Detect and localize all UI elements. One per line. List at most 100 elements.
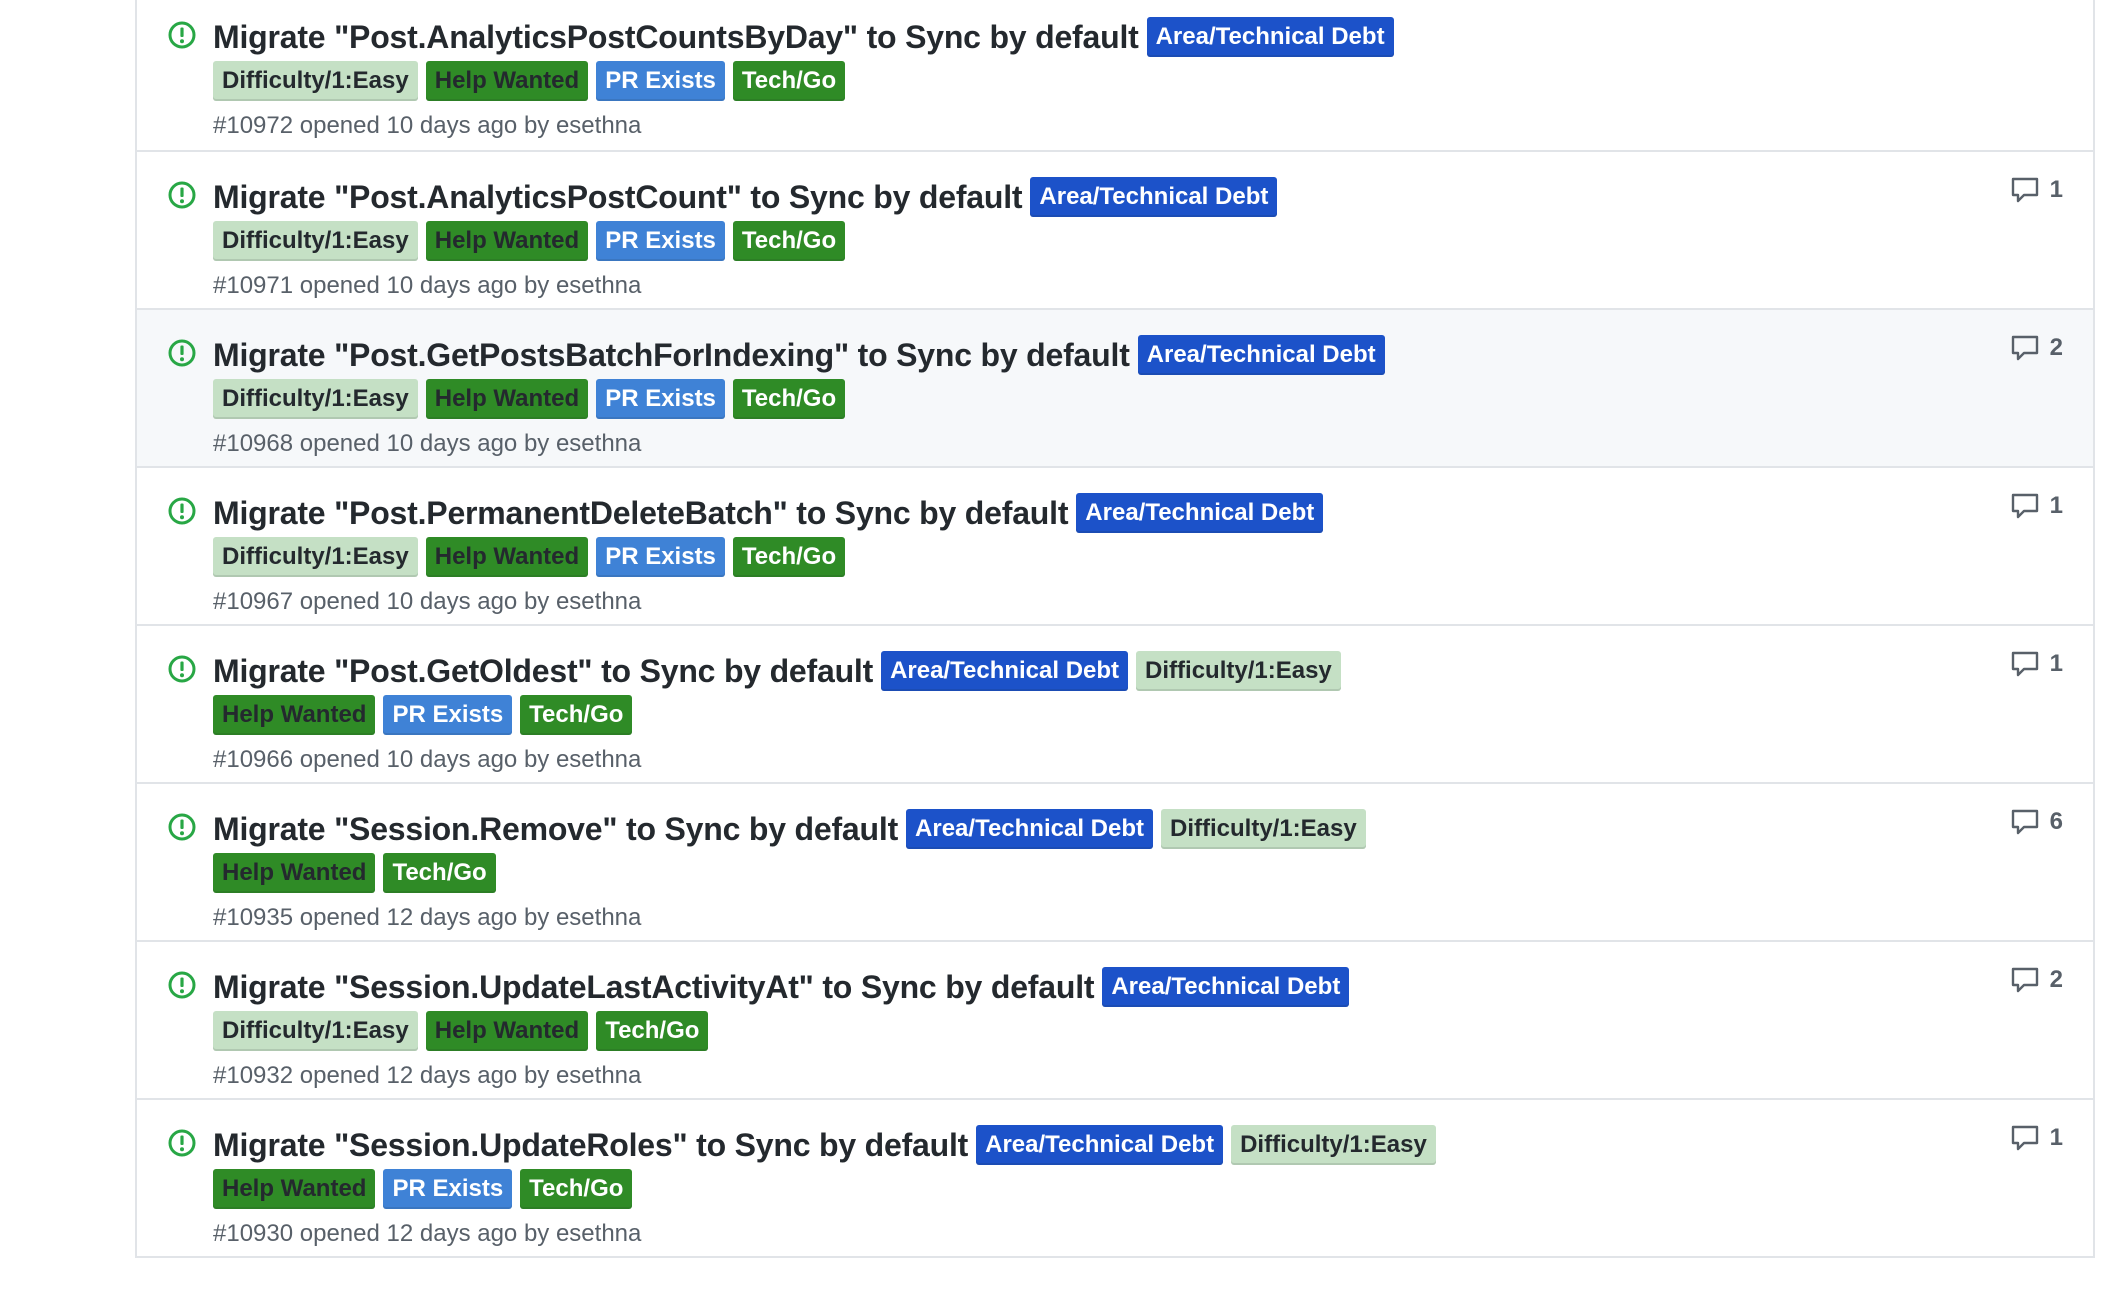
comment-count-link[interactable]: 1 (2010, 492, 2063, 520)
label-area[interactable]: Area/Technical Debt (881, 651, 1129, 691)
label-difficulty[interactable]: Difficulty/1:Easy (213, 537, 418, 577)
label-tech[interactable]: Tech/Go (732, 221, 846, 261)
issue-title-link[interactable]: Migrate "Post.PermanentDeleteBatch" to S… (213, 495, 1068, 532)
label-pr[interactable]: PR Exists (596, 221, 725, 261)
open-issue-icon (167, 496, 197, 526)
label-area[interactable]: Area/Technical Debt (1076, 493, 1324, 533)
label-difficulty[interactable]: Difficulty/1:Easy (213, 1011, 418, 1051)
issue-content: Migrate "Post.PermanentDeleteBatch" to S… (213, 492, 2023, 616)
issue-meta: #10967 opened 10 days ago by esethna (213, 588, 642, 615)
label-difficulty[interactable]: Difficulty/1:Easy (1161, 809, 1366, 849)
issue-title-line: Migrate "Session.Remove" to Sync by defa… (213, 808, 2023, 850)
issue-content: Migrate "Post.AnalyticsPostCount" to Syn… (213, 176, 2023, 300)
open-issue-icon (167, 180, 197, 210)
label-difficulty[interactable]: Difficulty/1:Easy (213, 221, 418, 261)
comment-count: 6 (2049, 808, 2063, 835)
issue-content: Migrate "Post.GetOldest" to Sync by defa… (213, 650, 2023, 774)
comment-icon (2010, 334, 2040, 362)
comment-count: 1 (2049, 650, 2063, 677)
label-help[interactable]: Help Wanted (425, 1011, 589, 1051)
label-help[interactable]: Help Wanted (213, 1169, 376, 1209)
issue-title-link[interactable]: Migrate "Post.AnalyticsPostCountsByDay" … (213, 19, 1139, 56)
issue-row[interactable]: Migrate "Post.GetOldest" to Sync by defa… (137, 624, 2093, 782)
issue-meta: #10968 opened 10 days ago by esethna (213, 430, 642, 457)
label-difficulty[interactable]: Difficulty/1:Easy (1136, 651, 1341, 691)
label-help[interactable]: Help Wanted (425, 379, 589, 419)
issue-content: Migrate "Session.UpdateLastActivityAt" t… (213, 966, 2023, 1090)
issue-title-line: Migrate "Post.GetPostsBatchForIndexing" … (213, 334, 2023, 376)
label-area[interactable]: Area/Technical Debt (1030, 177, 1278, 217)
issue-title-line: Migrate "Post.GetOldest" to Sync by defa… (213, 650, 2023, 692)
open-issue-icon (167, 1128, 197, 1158)
issue-content: Migrate "Post.AnalyticsPostCountsByDay" … (213, 16, 2023, 140)
issue-title-link[interactable]: Migrate "Session.Remove" to Sync by defa… (213, 811, 898, 848)
label-area[interactable]: Area/Technical Debt (1137, 335, 1385, 375)
label-tech[interactable]: Tech/Go (520, 1169, 633, 1209)
label-difficulty[interactable]: Difficulty/1:Easy (213, 379, 418, 419)
issue-title-line: Migrate "Session.UpdateLastActivityAt" t… (213, 966, 2023, 1008)
issue-labels-line: Help Wanted Tech/Go (213, 852, 2023, 894)
label-pr[interactable]: PR Exists (596, 61, 725, 101)
label-tech[interactable]: Tech/Go (732, 537, 846, 577)
issue-title-link[interactable]: Migrate "Session.UpdateLastActivityAt" t… (213, 969, 1095, 1006)
issue-row[interactable]: Migrate "Session.UpdateRoles" to Sync by… (137, 1098, 2093, 1256)
issue-title-line: Migrate "Post.AnalyticsPostCountsByDay" … (213, 16, 2023, 58)
issue-labels-line: Difficulty/1:Easy Help Wanted PR Exists Tec… (213, 536, 2023, 578)
issue-meta: #10971 opened 10 days ago by esethna (213, 272, 642, 299)
label-difficulty[interactable]: Difficulty/1:Easy (1231, 1125, 1436, 1165)
issue-meta: #10930 opened 12 days ago by esethna (213, 1220, 642, 1247)
issue-content: Migrate "Post.GetPostsBatchForIndexing" … (213, 334, 2023, 458)
comment-count-link[interactable]: 2 (2010, 334, 2063, 362)
comment-count: 1 (2049, 1124, 2063, 1151)
comment-icon (2010, 966, 2040, 994)
label-tech[interactable]: Tech/Go (520, 695, 633, 735)
label-pr[interactable]: PR Exists (596, 537, 725, 577)
issue-row[interactable]: Migrate "Session.UpdateLastActivityAt" t… (137, 940, 2093, 1098)
label-area[interactable]: Area/Technical Debt (1146, 17, 1394, 57)
comment-count-link[interactable]: 1 (2010, 176, 2063, 204)
label-tech[interactable]: Tech/Go (732, 61, 846, 101)
issue-list: Migrate "Post.AnalyticsPostCountsByDay" … (135, 0, 2095, 1258)
comment-count-link[interactable]: 1 (2010, 650, 2063, 678)
issue-title-link[interactable]: Migrate "Post.GetPostsBatchForIndexing" … (213, 337, 1130, 374)
comment-icon (2010, 176, 2040, 204)
issue-labels-line: Help Wanted PR Exists Tech/Go (213, 694, 2023, 736)
label-area[interactable]: Area/Technical Debt (1102, 967, 1350, 1007)
label-area[interactable]: Area/Technical Debt (906, 809, 1153, 849)
comment-count: 1 (2049, 492, 2063, 519)
issue-title-line: Migrate "Session.UpdateRoles" to Sync by… (213, 1124, 2023, 1166)
label-help[interactable]: Help Wanted (425, 537, 589, 577)
label-help[interactable]: Help Wanted (213, 853, 376, 893)
issue-labels-line: Difficulty/1:Easy Help Wanted PR Exists Tec… (213, 220, 2023, 262)
issue-title-link[interactable]: Migrate "Session.UpdateRoles" to Sync by… (213, 1127, 968, 1164)
comment-icon (2010, 492, 2040, 520)
comment-count-link[interactable]: 6 (2010, 808, 2063, 836)
issue-labels-line: Difficulty/1:Easy Help Wanted PR Exists Tec… (213, 60, 2023, 102)
label-tech[interactable]: Tech/Go (732, 379, 846, 419)
label-pr[interactable]: PR Exists (383, 695, 513, 735)
label-tech[interactable]: Tech/Go (596, 1011, 709, 1051)
label-help[interactable]: Help Wanted (425, 221, 589, 261)
comment-count-link[interactable]: 2 (2010, 966, 2063, 994)
issue-row[interactable]: Migrate "Session.Remove" to Sync by defa… (137, 782, 2093, 940)
label-pr[interactable]: PR Exists (596, 379, 725, 419)
issue-meta: #10972 opened 10 days ago by esethna (213, 112, 642, 139)
label-pr[interactable]: PR Exists (383, 1169, 513, 1209)
issue-row[interactable]: Migrate "Post.AnalyticsPostCountsByDay" … (137, 0, 2093, 150)
label-help[interactable]: Help Wanted (425, 61, 589, 101)
issue-title-link[interactable]: Migrate "Post.GetOldest" to Sync by defa… (213, 653, 873, 690)
label-area[interactable]: Area/Technical Debt (976, 1125, 1224, 1165)
issue-row[interactable]: Migrate "Post.GetPostsBatchForIndexing" … (137, 308, 2093, 466)
issue-content: Migrate "Session.UpdateRoles" to Sync by… (213, 1124, 2023, 1248)
issue-title-link[interactable]: Migrate "Post.AnalyticsPostCount" to Syn… (213, 179, 1023, 216)
open-issue-icon (167, 20, 197, 50)
issue-row[interactable]: Migrate "Post.PermanentDeleteBatch" to S… (137, 466, 2093, 624)
open-issue-icon (167, 338, 197, 368)
issue-row[interactable]: Migrate "Post.AnalyticsPostCount" to Syn… (137, 150, 2093, 308)
label-difficulty[interactable]: Difficulty/1:Easy (213, 61, 418, 101)
label-help[interactable]: Help Wanted (213, 695, 376, 735)
comment-count-link[interactable]: 1 (2010, 1124, 2063, 1152)
label-tech[interactable]: Tech/Go (383, 853, 496, 893)
comment-count: 2 (2049, 966, 2063, 993)
issue-labels-line: Difficulty/1:Easy Help Wanted PR Exists Tec… (213, 378, 2023, 420)
